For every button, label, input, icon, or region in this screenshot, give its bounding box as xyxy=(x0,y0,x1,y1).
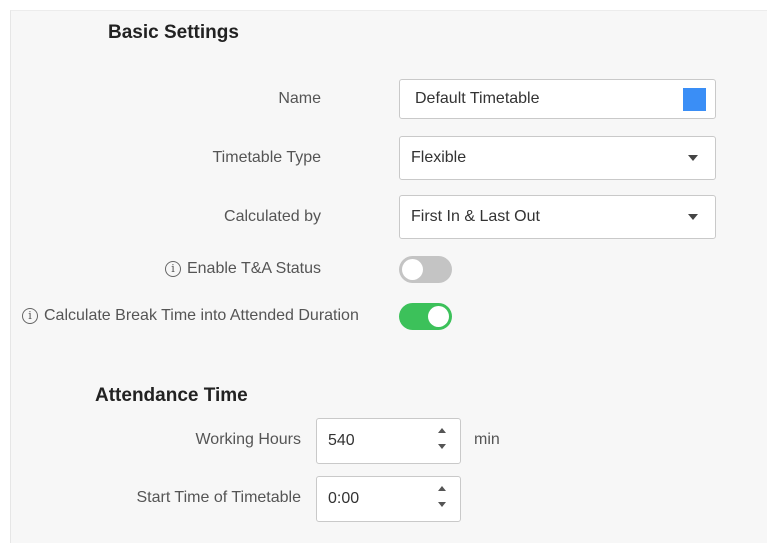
decrement-icon[interactable] xyxy=(438,502,446,507)
name-label: Name xyxy=(278,90,321,107)
color-picker-swatch[interactable] xyxy=(683,88,706,111)
calculate-break-time-label: Calculate Break Time into Attended Durat… xyxy=(44,307,359,324)
info-icon: i xyxy=(164,261,181,277)
stepper-arrows-icon[interactable] xyxy=(438,426,448,456)
start-time-label: Start Time of Timetable xyxy=(136,489,301,506)
basic-settings-title: Basic Settings xyxy=(108,22,239,43)
enable-ta-status-toggle[interactable] xyxy=(399,256,452,283)
working-hours-stepper[interactable]: 540 xyxy=(316,418,461,464)
toggle-knob xyxy=(402,259,423,280)
timetable-type-select[interactable]: Flexible xyxy=(399,136,716,180)
increment-icon[interactable] xyxy=(438,486,446,491)
working-hours-value: 540 xyxy=(328,432,355,449)
attendance-time-title: Attendance Time xyxy=(95,385,248,406)
enable-ta-status-row-label: i Enable T&A Status xyxy=(164,260,321,278)
increment-icon[interactable] xyxy=(438,428,446,433)
working-hours-unit: min xyxy=(474,431,500,448)
timetable-type-value: Flexible xyxy=(411,149,467,166)
info-icon: i xyxy=(22,308,38,324)
calculated-by-value: First In & Last Out xyxy=(411,208,540,225)
chevron-down-icon xyxy=(688,214,698,220)
enable-ta-status-label: Enable T&A Status xyxy=(186,260,321,277)
calculated-by-select[interactable]: First In & Last Out xyxy=(399,195,716,239)
chevron-down-icon xyxy=(688,155,698,161)
calculate-break-time-toggle[interactable] xyxy=(399,303,452,330)
name-input-value: Default Timetable xyxy=(415,90,540,107)
calculate-break-time-row-label: i Calculate Break Time into Attended Dura… xyxy=(22,307,359,325)
working-hours-label: Working Hours xyxy=(195,431,301,448)
timetable-type-label: Timetable Type xyxy=(212,149,322,166)
decrement-icon[interactable] xyxy=(438,444,446,449)
start-time-value: 0:00 xyxy=(328,490,360,507)
stepper-arrows-icon[interactable] xyxy=(438,484,448,514)
name-input[interactable]: Default Timetable xyxy=(399,79,716,119)
toggle-knob xyxy=(428,306,449,327)
calculated-by-label: Calculated by xyxy=(224,208,321,225)
start-time-stepper[interactable]: 0:00 xyxy=(316,476,461,522)
